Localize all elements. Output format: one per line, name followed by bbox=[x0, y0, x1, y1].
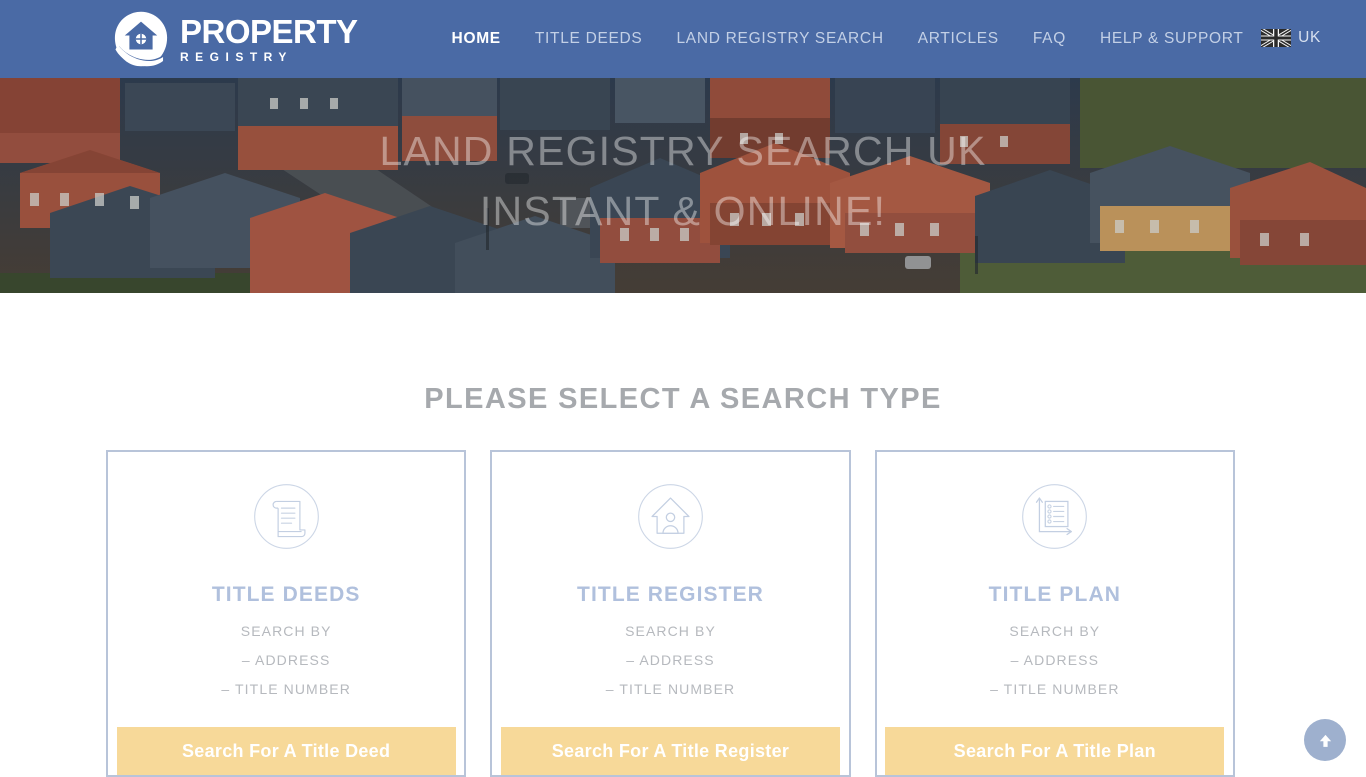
card-search-by-label: SEARCH BY bbox=[1009, 623, 1100, 639]
search-type-card-title-deeds[interactable]: TITLE DEEDS SEARCH BY – ADDRESS – TITLE … bbox=[106, 450, 466, 777]
scroll-document-icon bbox=[253, 483, 320, 550]
card-option-address: – ADDRESS bbox=[626, 652, 715, 668]
card-option-address: – ADDRESS bbox=[1011, 652, 1100, 668]
main-navigation: HOME TITLE DEEDS LAND REGISTRY SEARCH AR… bbox=[435, 30, 1261, 48]
hero-title-line-2: INSTANT & ONLINE! bbox=[480, 182, 886, 241]
hero-banner: LAND REGISTRY SEARCH UK INSTANT & ONLINE… bbox=[0, 78, 1366, 293]
card-search-by-label: SEARCH BY bbox=[625, 623, 716, 639]
card-title: TITLE DEEDS bbox=[212, 583, 361, 607]
arrow-up-icon bbox=[1317, 732, 1334, 749]
scroll-to-top-button[interactable] bbox=[1304, 719, 1346, 761]
language-selector[interactable]: UK bbox=[1261, 29, 1321, 47]
nav-item-help-and-support[interactable]: HELP & SUPPORT bbox=[1083, 30, 1261, 48]
card-title: TITLE PLAN bbox=[989, 583, 1121, 607]
site-header: PROPERTY REGISTRY HOME TITLE DEEDS LAND … bbox=[0, 0, 1366, 78]
nav-item-title-deeds[interactable]: TITLE DEEDS bbox=[518, 30, 660, 48]
card-option-title-number: – TITLE NUMBER bbox=[606, 681, 736, 697]
card-title: TITLE REGISTER bbox=[577, 583, 764, 607]
nav-item-articles[interactable]: ARTICLES bbox=[901, 30, 1016, 48]
card-option-title-number: – TITLE NUMBER bbox=[990, 681, 1120, 697]
card-option-address: – ADDRESS bbox=[242, 652, 331, 668]
nav-item-land-registry-search[interactable]: LAND REGISTRY SEARCH bbox=[659, 30, 900, 48]
search-type-card-title-register[interactable]: TITLE REGISTER SEARCH BY – ADDRESS – TIT… bbox=[490, 450, 850, 777]
card-option-title-number: – TITLE NUMBER bbox=[221, 681, 351, 697]
language-label: UK bbox=[1298, 29, 1321, 47]
logo-text-secondary: REGISTRY bbox=[180, 51, 358, 63]
uk-flag-icon bbox=[1261, 29, 1291, 47]
card-search-by-label: SEARCH BY bbox=[241, 623, 332, 639]
house-in-circle-logo-icon bbox=[112, 10, 170, 68]
hero-title: LAND REGISTRY SEARCH UK INSTANT & ONLINE… bbox=[0, 78, 1366, 293]
plan-checklist-icon bbox=[1021, 483, 1088, 550]
logo-text-primary: PROPERTY bbox=[180, 15, 358, 48]
site-logo[interactable]: PROPERTY REGISTRY bbox=[112, 10, 358, 68]
page-title: PLEASE SELECT A SEARCH TYPE bbox=[0, 383, 1366, 416]
search-type-card-list: TITLE DEEDS SEARCH BY – ADDRESS – TITLE … bbox=[106, 450, 1235, 777]
house-with-person-icon bbox=[637, 483, 704, 550]
nav-item-home[interactable]: HOME bbox=[435, 30, 518, 48]
search-type-card-title-plan[interactable]: TITLE PLAN SEARCH BY – ADDRESS – TITLE N… bbox=[875, 450, 1235, 777]
hero-title-line-1: LAND REGISTRY SEARCH UK bbox=[379, 122, 986, 181]
nav-item-faq[interactable]: FAQ bbox=[1016, 30, 1083, 48]
